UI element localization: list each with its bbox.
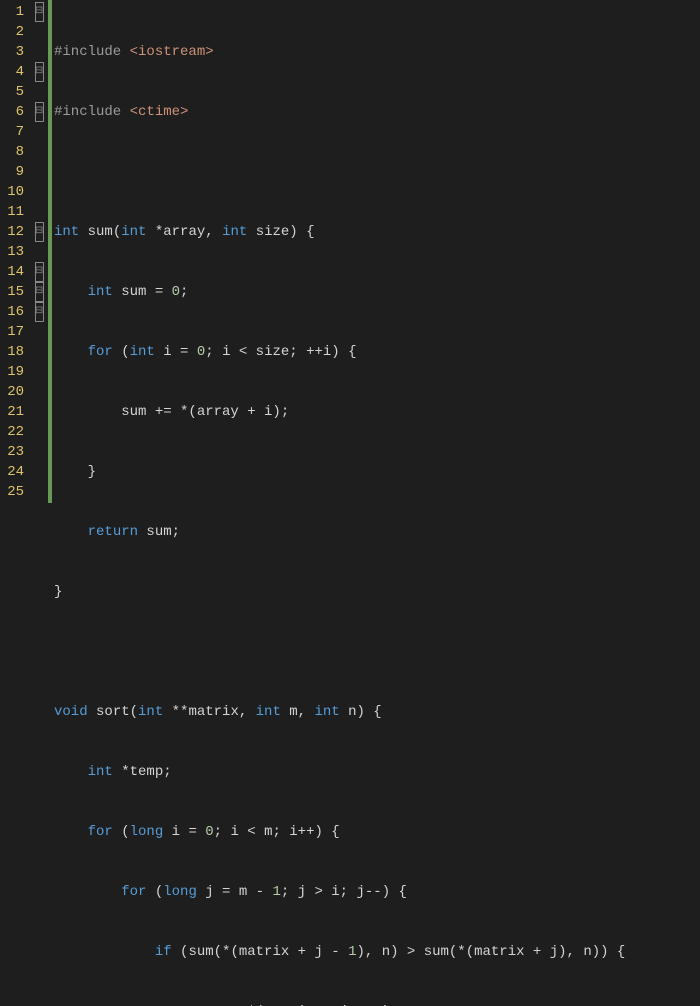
line-number: 2: [4, 22, 24, 42]
code-line[interactable]: for (long i = 0; i < m; i++) {: [54, 822, 625, 842]
line-number: 24: [4, 462, 24, 482]
code-line[interactable]: return sum;: [54, 522, 625, 542]
code-line[interactable]: if (sum(*(matrix + j - 1), n) > sum(*(ma…: [54, 942, 625, 962]
line-number: 22: [4, 422, 24, 442]
line-number: 3: [4, 42, 24, 62]
code-line[interactable]: int sum = 0;: [54, 282, 625, 302]
line-number: 19: [4, 362, 24, 382]
fold-toggle-icon[interactable]: ⊟: [35, 62, 44, 82]
line-number: 11: [4, 202, 24, 222]
code-line[interactable]: for (long j = m - 1; j > i; j--) {: [54, 882, 625, 902]
line-number: 21: [4, 402, 24, 422]
line-number-gutter: 1 2 3 4 5 6 7 8 9 10 11 12 13 14 15 16 1…: [0, 0, 30, 503]
line-number: 9: [4, 162, 24, 182]
fold-toggle-icon[interactable]: ⊟: [35, 282, 44, 302]
code-line[interactable]: sum += *(array + i);: [54, 402, 625, 422]
code-line[interactable]: }: [54, 582, 625, 602]
code-line[interactable]: [54, 162, 625, 182]
line-number: 1: [4, 2, 24, 22]
fold-toggle-icon[interactable]: ⊟: [35, 302, 44, 322]
line-number: 14: [4, 262, 24, 282]
fold-toggle-icon[interactable]: ⊟: [35, 262, 44, 282]
line-number: 5: [4, 82, 24, 102]
line-number: 6: [4, 102, 24, 122]
code-line[interactable]: temp = *(matrix + j - 1);: [54, 1002, 625, 1006]
code-line[interactable]: int *temp;: [54, 762, 625, 782]
line-number: 18: [4, 342, 24, 362]
code-line[interactable]: }: [54, 462, 625, 482]
code-line[interactable]: [54, 642, 625, 662]
code-line[interactable]: int sum(int *array, int size) {: [54, 222, 625, 242]
line-number: 16: [4, 302, 24, 322]
change-indicator-bar: [48, 0, 52, 503]
line-number: 17: [4, 322, 24, 342]
code-line[interactable]: void sort(int **matrix, int m, int n) {: [54, 702, 625, 722]
line-number: 8: [4, 142, 24, 162]
fold-column: ⊟ ⊟ ⊟ ⊟ ⊟ ⊟ ⊟: [30, 0, 48, 503]
line-number: 23: [4, 442, 24, 462]
code-line[interactable]: #include <ctime>: [54, 102, 625, 122]
line-number: 12: [4, 222, 24, 242]
line-number: 20: [4, 382, 24, 402]
line-number: 15: [4, 282, 24, 302]
line-number: 13: [4, 242, 24, 262]
code-line[interactable]: for (int i = 0; i < size; ++i) {: [54, 342, 625, 362]
fold-toggle-icon[interactable]: ⊟: [35, 102, 44, 122]
line-number: 7: [4, 122, 24, 142]
fold-toggle-icon[interactable]: ⊟: [35, 2, 44, 22]
line-number: 25: [4, 482, 24, 502]
line-number: 10: [4, 182, 24, 202]
fold-toggle-icon[interactable]: ⊟: [35, 222, 44, 242]
code-line[interactable]: #include <iostream>: [54, 42, 625, 62]
code-editor-area[interactable]: #include <iostream> #include <ctime> int…: [54, 0, 625, 503]
line-number: 4: [4, 62, 24, 82]
